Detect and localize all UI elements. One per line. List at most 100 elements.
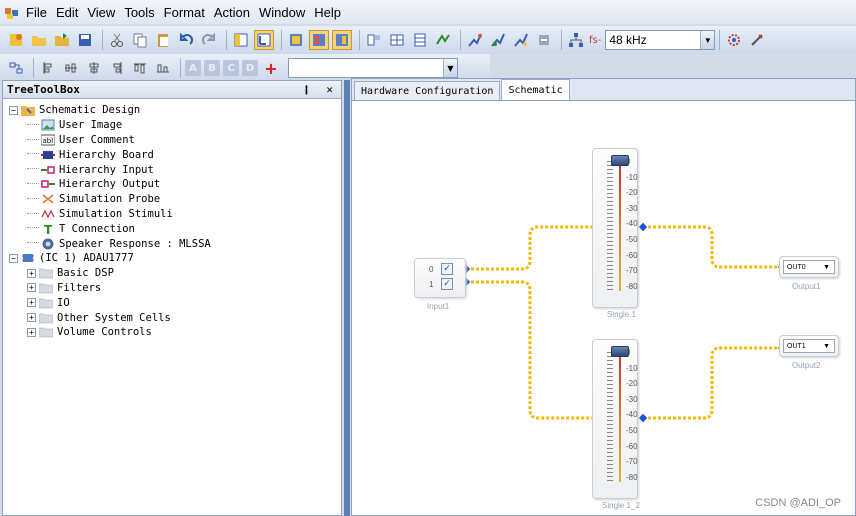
paste-icon[interactable]: [153, 30, 173, 50]
format-combo[interactable]: ▼: [288, 58, 458, 78]
collapse-icon[interactable]: −: [9, 105, 18, 115]
toggle-layout-icon[interactable]: [254, 30, 274, 50]
tree-node[interactable]: + Volume Controls: [3, 325, 341, 340]
compile-icon[interactable]: [465, 30, 485, 50]
tree-node[interactable]: User Image: [3, 118, 341, 133]
volume-slider-track[interactable]: [619, 161, 621, 291]
expand-icon[interactable]: +: [27, 298, 36, 308]
tree-node[interactable]: + Other System Cells: [3, 310, 341, 325]
connection-pin[interactable]: [638, 413, 648, 423]
tree-node[interactable]: − Schematic Design: [3, 103, 341, 118]
save-to-eeprom-icon[interactable]: [534, 30, 554, 50]
undo-icon[interactable]: [176, 30, 196, 50]
layout-a-icon[interactable]: [286, 30, 306, 50]
tree-node[interactable]: + Filters: [3, 281, 341, 296]
tree-node[interactable]: Hierarchy Input: [3, 162, 341, 177]
tree-node[interactable]: Hierarchy Board: [3, 147, 341, 162]
tree-node[interactable]: Speaker Response : MLSSA: [3, 236, 341, 251]
cut-icon[interactable]: [107, 30, 127, 50]
panel-splitter[interactable]: [344, 80, 350, 516]
tree-node-label: Filters: [57, 281, 102, 294]
align-middle-icon[interactable]: [130, 58, 150, 78]
grid-icon[interactable]: [387, 30, 407, 50]
align-left-icon[interactable]: [38, 58, 58, 78]
tree-node[interactable]: − (IC 1) ADAU1777: [3, 251, 341, 266]
link-compile-download-icon[interactable]: [511, 30, 531, 50]
image-icon: [41, 119, 55, 131]
stack-icon[interactable]: [410, 30, 430, 50]
close-icon[interactable]: ✕: [326, 83, 333, 96]
signal-wire[interactable]: [643, 225, 782, 269]
tree-node[interactable]: + IO: [3, 295, 341, 310]
signal-wire[interactable]: [466, 225, 596, 271]
layout-c-icon[interactable]: [332, 30, 352, 50]
tree-node-label: Simulation Stimuli: [59, 207, 173, 220]
chevron-down-icon[interactable]: ▼: [443, 59, 457, 77]
tree-node[interactable]: Hierarchy Output: [3, 177, 341, 192]
label-a-button[interactable]: A: [185, 60, 201, 76]
menu-help[interactable]: Help: [314, 5, 347, 20]
tab-schematic[interactable]: Schematic: [501, 79, 570, 100]
slider-db-label: -60: [626, 250, 638, 260]
expand-icon[interactable]: +: [27, 313, 36, 323]
menu-view[interactable]: View: [87, 5, 121, 20]
align-right-icon[interactable]: [84, 58, 104, 78]
signal-wire[interactable]: [466, 280, 596, 420]
open-recent-icon[interactable]: [52, 30, 72, 50]
menu-action[interactable]: Action: [214, 5, 256, 20]
hierarchy-icon[interactable]: [566, 30, 586, 50]
copy-icon[interactable]: [130, 30, 150, 50]
output-2-select[interactable]: OUT1 ▼: [783, 339, 835, 353]
sample-rate-select[interactable]: 48 kHz ▼: [605, 30, 716, 50]
label-b-button[interactable]: B: [204, 60, 220, 76]
link-compile-icon[interactable]: [433, 30, 453, 50]
output-block-1[interactable]: OUT0 ▼: [779, 256, 839, 278]
schematic-canvas[interactable]: 0 ✓ 1 ✓ Input1 0 -10 -20 -30 -40 -50 -60 -70 -80…: [352, 102, 855, 515]
align-icon[interactable]: [364, 30, 384, 50]
menu-tools[interactable]: Tools: [124, 5, 160, 20]
single-volume-block-1[interactable]: 0 -10 -20 -30 -40 -50 -60 -70 -80: [592, 148, 638, 308]
menu-edit[interactable]: Edit: [56, 5, 84, 20]
single-volume-block-2[interactable]: 0 -10 -20 -30 -40 -50 -60 -70 -80: [592, 339, 638, 499]
settings-gear-icon[interactable]: [724, 30, 744, 50]
redo-icon[interactable]: [199, 30, 219, 50]
menu-file[interactable]: File: [26, 5, 53, 20]
tools-icon[interactable]: [747, 30, 767, 50]
input-block[interactable]: 0 ✓ 1 ✓: [414, 258, 466, 298]
input-channel-1-checkbox[interactable]: ✓: [441, 278, 453, 290]
tree-node-label: Schematic Design: [39, 104, 141, 117]
expand-icon[interactable]: +: [27, 283, 36, 293]
tree-node[interactable]: + Basic DSP: [3, 266, 341, 281]
tree-node[interactable]: T T Connection: [3, 221, 341, 236]
align-top-icon[interactable]: [107, 58, 127, 78]
view-panel-icon[interactable]: [231, 30, 251, 50]
signal-wire[interactable]: [643, 346, 782, 420]
align-center-icon[interactable]: [61, 58, 81, 78]
collapse-icon[interactable]: −: [9, 253, 18, 263]
layout-b-icon[interactable]: [309, 30, 329, 50]
add-plus-icon[interactable]: +: [261, 58, 281, 78]
expand-icon[interactable]: +: [27, 268, 36, 278]
tree-node[interactable]: Simulation Stimuli: [3, 207, 341, 222]
menu-format[interactable]: Format: [164, 5, 211, 20]
new-project-icon[interactable]: [6, 30, 26, 50]
expand-icon[interactable]: +: [27, 327, 36, 337]
connection-pin[interactable]: [638, 222, 648, 232]
link-download-icon[interactable]: [488, 30, 508, 50]
save-icon[interactable]: [75, 30, 95, 50]
align-bottom-icon[interactable]: [153, 58, 173, 78]
label-c-button[interactable]: C: [223, 60, 239, 76]
output-1-select[interactable]: OUT0 ▼: [783, 260, 835, 274]
menu-window[interactable]: Window: [259, 5, 311, 20]
output-block-2[interactable]: OUT1 ▼: [779, 335, 839, 357]
label-d-button[interactable]: D: [242, 60, 258, 76]
tree-node[interactable]: abl User Comment: [3, 133, 341, 148]
volume-slider-track[interactable]: [619, 352, 621, 482]
chevron-down-icon[interactable]: ▼: [700, 31, 715, 49]
distribute-icon[interactable]: [6, 58, 26, 78]
tab-hardware-configuration[interactable]: Hardware Configuration: [354, 81, 501, 100]
input-channel-0-checkbox[interactable]: ✓: [441, 263, 453, 275]
open-folder-icon[interactable]: [29, 30, 49, 50]
tree-node[interactable]: Simulation Probe: [3, 192, 341, 207]
pin-icon[interactable]: ❙: [303, 83, 310, 96]
